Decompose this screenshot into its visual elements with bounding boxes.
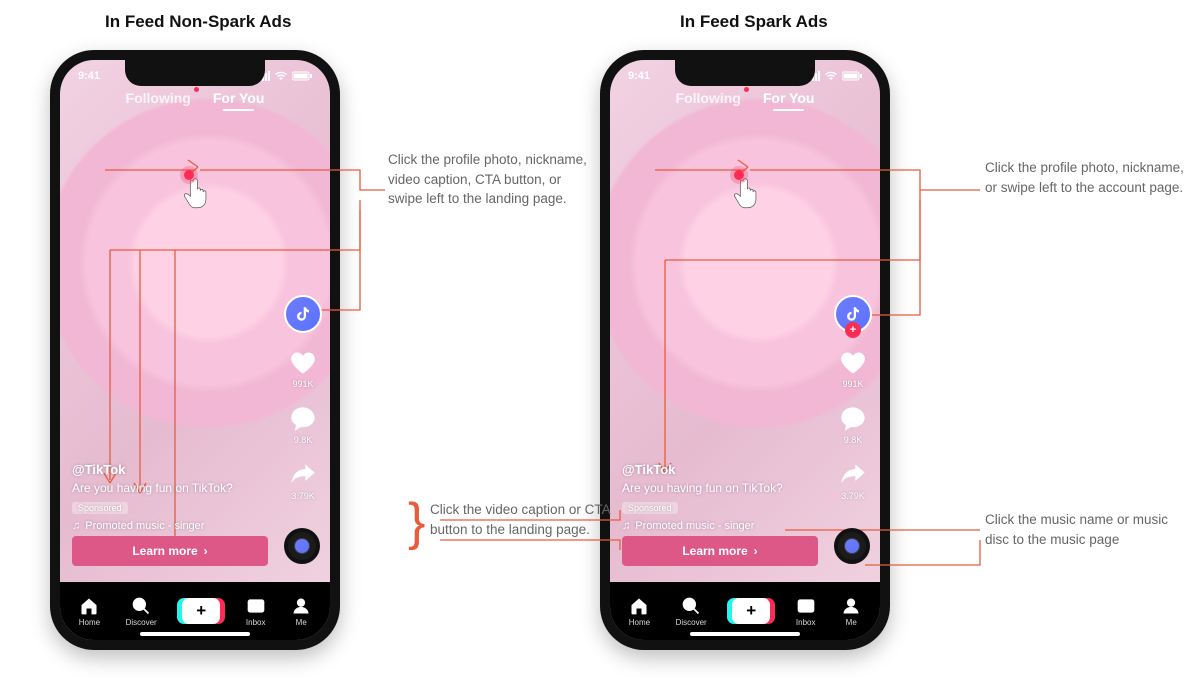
music-disc[interactable]	[834, 528, 870, 564]
author-handle[interactable]: @TikTok	[622, 462, 810, 477]
annotation-right-bottom-right: Click the music name or music disc to th…	[985, 510, 1190, 549]
search-icon	[131, 596, 151, 616]
battery-icon	[292, 71, 312, 81]
caption-block: @TikTok Are you having fun on TikTok? Sp…	[622, 462, 810, 532]
nav-inbox[interactable]: Inbox	[246, 596, 266, 627]
search-icon	[681, 596, 701, 616]
nav-home[interactable]: Home	[79, 596, 100, 627]
annotation-right-bottom-left: } Click the video caption or CTA button …	[430, 500, 635, 539]
heart-icon	[289, 349, 317, 377]
video-feed-screen[interactable]: 9:41 Following For You + 991K	[610, 60, 880, 640]
nav-discover[interactable]: Discover	[676, 596, 707, 627]
nav-home[interactable]: Home	[629, 596, 650, 627]
status-time: 9:41	[628, 70, 650, 82]
music-note-icon: ♫	[622, 520, 630, 532]
author-handle[interactable]: @TikTok	[72, 462, 260, 477]
share-button[interactable]: 3.79K	[289, 461, 317, 501]
person-icon	[291, 596, 311, 616]
comment-icon	[289, 405, 317, 433]
chevron-right-icon: ›	[204, 544, 208, 558]
battery-icon	[842, 71, 862, 81]
nav-create[interactable]: +	[732, 598, 770, 624]
video-feed-screen[interactable]: 9:41 Following For You 991K 9.8K	[60, 60, 330, 640]
music-text: Promoted music - singer	[635, 520, 754, 532]
home-icon	[79, 596, 99, 616]
annotation-right-top: Click the profile photo, nickname, or sw…	[985, 158, 1190, 197]
music-note-icon: ♫	[72, 520, 80, 532]
share-icon	[839, 461, 867, 489]
action-sidebar: 991K 9.8K 3.79K	[284, 295, 322, 501]
action-sidebar: + 991K 9.8K 3.79K	[834, 295, 872, 501]
music-disc[interactable]	[284, 528, 320, 564]
cta-button[interactable]: Learn more ›	[622, 536, 818, 566]
annotation-left-top: Click the profile photo, nickname, video…	[388, 150, 593, 209]
wifi-icon	[274, 71, 288, 81]
phone-notch	[125, 60, 265, 86]
heading-spark: In Feed Spark Ads	[680, 12, 828, 32]
like-count: 991K	[292, 379, 313, 389]
phone-notch	[675, 60, 815, 86]
tab-foryou[interactable]: For You	[763, 90, 815, 106]
comment-button[interactable]: 9.8K	[839, 405, 867, 445]
share-count: 3.79K	[291, 491, 315, 501]
comment-count: 9.8K	[294, 435, 313, 445]
home-indicator	[690, 632, 800, 636]
follow-plus-icon[interactable]: +	[845, 322, 861, 338]
tiktok-logo-icon	[294, 305, 312, 323]
nav-create[interactable]: +	[182, 598, 220, 624]
cta-button[interactable]: Learn more ›	[72, 536, 268, 566]
hand-cursor-icon	[729, 178, 763, 212]
share-icon	[289, 461, 317, 489]
nav-discover[interactable]: Discover	[126, 596, 157, 627]
music-text: Promoted music - singer	[85, 520, 204, 532]
person-icon	[841, 596, 861, 616]
plus-icon: +	[182, 598, 220, 624]
comment-button[interactable]: 9.8K	[289, 405, 317, 445]
status-time: 9:41	[78, 70, 100, 82]
comment-count: 9.8K	[844, 435, 863, 445]
share-count: 3.79K	[841, 491, 865, 501]
home-icon	[629, 596, 649, 616]
music-info[interactable]: ♫ Promoted music - singer	[622, 520, 810, 532]
video-caption[interactable]: Are you having fun on TikTok?	[622, 481, 810, 495]
nav-me[interactable]: Me	[841, 596, 861, 627]
hand-cursor-icon	[179, 178, 213, 212]
share-button[interactable]: 3.79K	[839, 461, 867, 501]
brace-icon: }	[408, 514, 425, 532]
phone-mockup-nonspark: 9:41 Following For You 991K 9.8K	[50, 50, 340, 650]
nav-inbox[interactable]: Inbox	[796, 596, 816, 627]
comment-icon	[839, 405, 867, 433]
like-count: 991K	[842, 379, 863, 389]
like-button[interactable]: 991K	[289, 349, 317, 389]
inbox-icon	[246, 596, 266, 616]
inbox-icon	[796, 596, 816, 616]
caption-block: @TikTok Are you having fun on TikTok? Sp…	[72, 462, 260, 532]
wifi-icon	[824, 71, 838, 81]
music-info[interactable]: ♫ Promoted music - singer	[72, 520, 260, 532]
tab-foryou[interactable]: For You	[213, 90, 265, 106]
tiktok-logo-icon	[844, 305, 862, 323]
cta-label: Learn more	[132, 544, 197, 558]
feed-tabs: Following For You	[610, 90, 880, 106]
heading-nonspark: In Feed Non-Spark Ads	[105, 12, 291, 32]
profile-avatar[interactable]: +	[834, 295, 872, 333]
video-caption[interactable]: Are you having fun on TikTok?	[72, 481, 260, 495]
home-indicator	[140, 632, 250, 636]
feed-tabs: Following For You	[60, 90, 330, 106]
sponsored-badge: Sponsored	[622, 502, 678, 514]
heart-icon	[839, 349, 867, 377]
tab-following[interactable]: Following	[126, 90, 191, 106]
tab-following[interactable]: Following	[676, 90, 741, 106]
like-button[interactable]: 991K	[839, 349, 867, 389]
sponsored-badge: Sponsored	[72, 502, 128, 514]
cta-label: Learn more	[682, 544, 747, 558]
profile-avatar[interactable]	[284, 295, 322, 333]
phone-mockup-spark: 9:41 Following For You + 991K	[600, 50, 890, 650]
plus-icon: +	[732, 598, 770, 624]
chevron-right-icon: ›	[754, 544, 758, 558]
nav-me[interactable]: Me	[291, 596, 311, 627]
